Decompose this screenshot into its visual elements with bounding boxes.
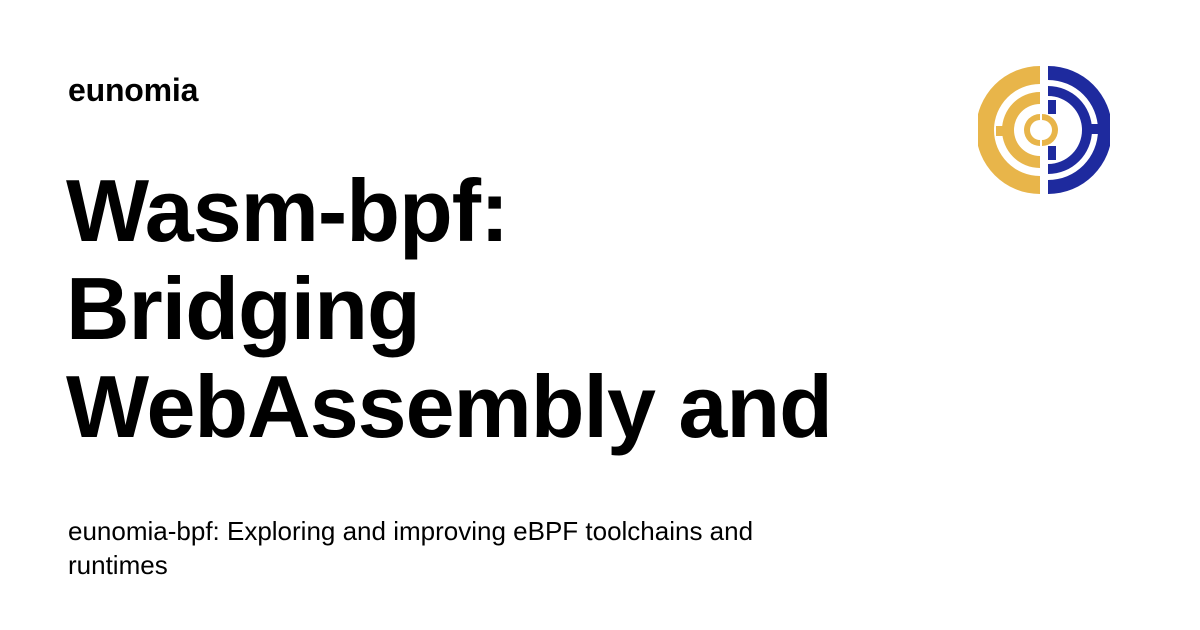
article-description: eunomia-bpf: Exploring and improving eBP…	[68, 516, 754, 580]
article-title-line-1: Wasm-bpf:	[66, 161, 509, 260]
article-title: Wasm-bpf: Bridging WebAssembly and	[66, 162, 886, 456]
og-card: eunomia Wasm-bpf: Bridging WebAssembly a…	[0, 0, 1200, 630]
site-name: eunomia	[68, 72, 199, 108]
eunomia-logo-icon	[978, 66, 1110, 194]
article-title-line-2: Bridging	[66, 259, 421, 358]
article-title-line-3: WebAssembly and	[66, 357, 833, 456]
